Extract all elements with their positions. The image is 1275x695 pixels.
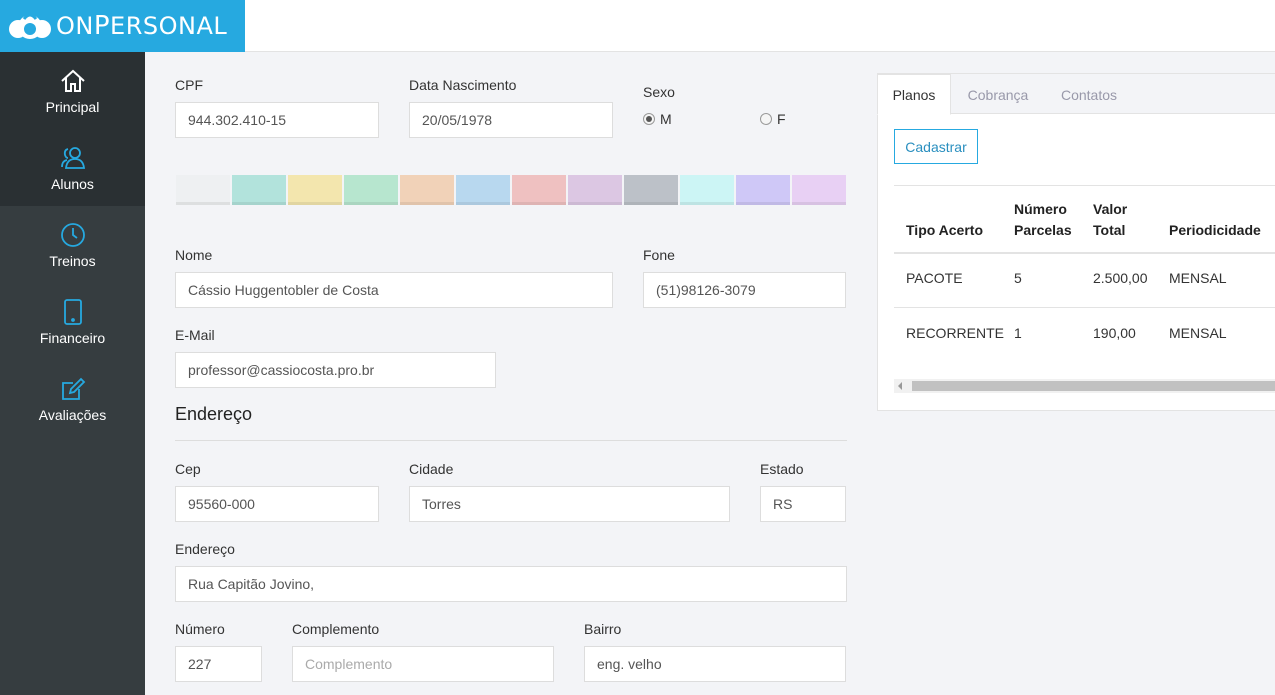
city-input[interactable]: Torres: [409, 486, 730, 522]
state-input[interactable]: RS: [760, 486, 846, 522]
panel-tabs: Planos Cobrança Contatos: [877, 74, 1275, 115]
sidebar-item-label: Alunos: [51, 175, 94, 192]
sex-radio-m[interactable]: M: [643, 111, 672, 127]
logo[interactable]: ONPERSONAL: [0, 0, 245, 52]
complement-input[interactable]: Complemento: [292, 646, 554, 682]
row-1-tipo: PACOTE: [906, 270, 963, 286]
plans-panel: Planos Cobrança Contatos Cadastrar Tipo …: [877, 73, 1275, 411]
column-header-parcelas-line2: Parcelas: [1014, 222, 1072, 238]
sex-radio-m-label: M: [660, 111, 672, 127]
sidebar-item-treinos[interactable]: Treinos: [0, 206, 145, 283]
color-swatch[interactable]: [792, 175, 846, 205]
sidebar-item-label: Avaliações: [38, 406, 107, 423]
row-1-periodicidade: MENSAL: [1169, 270, 1227, 286]
row-2-periodicidade: MENSAL: [1169, 325, 1227, 341]
tab-cobranca[interactable]: Cobrança: [954, 74, 1042, 115]
color-swatch[interactable]: [680, 175, 734, 205]
main-content: CPF 944.302.410-15 Data Nascimento 20/05…: [145, 52, 1275, 695]
sidebar-item-principal[interactable]: Principal: [0, 52, 145, 129]
tab-planos[interactable]: Planos: [877, 74, 951, 115]
sidebar-item-label: Treinos: [49, 252, 96, 269]
sidebar: Principal Alunos Treinos Financeiro Aval…: [0, 52, 145, 695]
column-header-valor-line1: Valor: [1093, 201, 1128, 217]
home-icon: [60, 69, 85, 92]
color-swatch[interactable]: [176, 175, 230, 205]
email-label: E-Mail: [175, 327, 215, 343]
sidebar-item-alunos[interactable]: Alunos: [0, 129, 145, 206]
row-1-parcelas: 5: [1014, 270, 1022, 286]
phone-input[interactable]: (51)98126-3079: [643, 272, 846, 308]
name-input[interactable]: Cássio Huggentobler de Costa: [175, 272, 613, 308]
sex-radio-f[interactable]: F: [760, 111, 786, 127]
email-input[interactable]: professor@cassiocosta.pro.br: [175, 352, 496, 388]
cadastrar-button[interactable]: Cadastrar: [894, 129, 978, 164]
color-swatch[interactable]: [344, 175, 398, 205]
color-swatches: [176, 175, 848, 205]
sidebar-item-avaliacoes[interactable]: Avaliações: [0, 360, 145, 437]
birth-date-input[interactable]: 20/05/1978: [409, 102, 613, 138]
row-2-tipo: RECORRENTE: [906, 325, 1005, 341]
horizontal-scrollbar[interactable]: [894, 379, 1275, 393]
tab-contatos[interactable]: Contatos: [1046, 74, 1132, 115]
top-bar: ONPERSONAL: [0, 0, 1275, 52]
color-swatch[interactable]: [624, 175, 678, 205]
edit-icon: [61, 377, 85, 400]
column-header-valor-line2: Total: [1093, 222, 1126, 238]
number-input[interactable]: 227: [175, 646, 262, 682]
district-input[interactable]: eng. velho: [584, 646, 846, 682]
scrollbar-thumb[interactable]: [912, 381, 1275, 391]
column-header-tipo: Tipo Acerto: [906, 222, 984, 238]
color-swatch[interactable]: [288, 175, 342, 205]
color-swatch[interactable]: [232, 175, 286, 205]
state-label: Estado: [760, 461, 804, 477]
sex-label: Sexo: [643, 84, 675, 100]
color-swatch[interactable]: [512, 175, 566, 205]
row-2-parcelas: 1: [1014, 325, 1022, 341]
cep-label: Cep: [175, 461, 201, 477]
sidebar-item-financeiro[interactable]: Financeiro: [0, 283, 145, 360]
color-swatch[interactable]: [568, 175, 622, 205]
birth-date-label: Data Nascimento: [409, 77, 517, 93]
number-label: Número: [175, 621, 225, 637]
clock-icon: [60, 222, 85, 247]
column-header-parcelas-line1: Número: [1014, 201, 1067, 217]
street-label: Endereço: [175, 541, 235, 557]
header-divider: [894, 252, 1275, 254]
users-icon: [60, 146, 85, 169]
sex-radio-f-label: F: [777, 111, 786, 127]
color-swatch[interactable]: [456, 175, 510, 205]
section-divider: [175, 440, 847, 441]
city-label: Cidade: [409, 461, 454, 477]
logo-text: ONPERSONAL: [56, 11, 228, 41]
radio-unchecked-icon: [760, 113, 772, 125]
district-label: Bairro: [584, 621, 622, 637]
scroll-left-icon[interactable]: [898, 382, 902, 390]
name-label: Nome: [175, 247, 213, 263]
row-2-valor: 190,00: [1093, 325, 1136, 341]
tablet-icon: [63, 298, 82, 325]
kettlebell-logo-icon: [9, 13, 51, 39]
column-header-periodicidade: Periodicidade: [1169, 222, 1261, 238]
address-section-title: Endereço: [175, 404, 253, 424]
row-divider: [894, 307, 1275, 308]
street-input[interactable]: Rua Capitão Jovino,: [175, 566, 847, 602]
cep-input[interactable]: 95560-000: [175, 486, 379, 522]
complement-label: Complemento: [292, 621, 380, 637]
radio-checked-icon: [643, 113, 655, 125]
sidebar-item-label: Principal: [45, 98, 100, 115]
sidebar-item-label: Financeiro: [39, 329, 106, 346]
row-1-valor: 2.500,00: [1093, 270, 1148, 286]
color-swatch[interactable]: [736, 175, 790, 205]
table-top-line: [894, 185, 1275, 186]
color-swatch[interactable]: [400, 175, 454, 205]
cpf-label: CPF: [175, 77, 203, 93]
phone-label: Fone: [643, 247, 675, 263]
cpf-input[interactable]: 944.302.410-15: [175, 102, 379, 138]
